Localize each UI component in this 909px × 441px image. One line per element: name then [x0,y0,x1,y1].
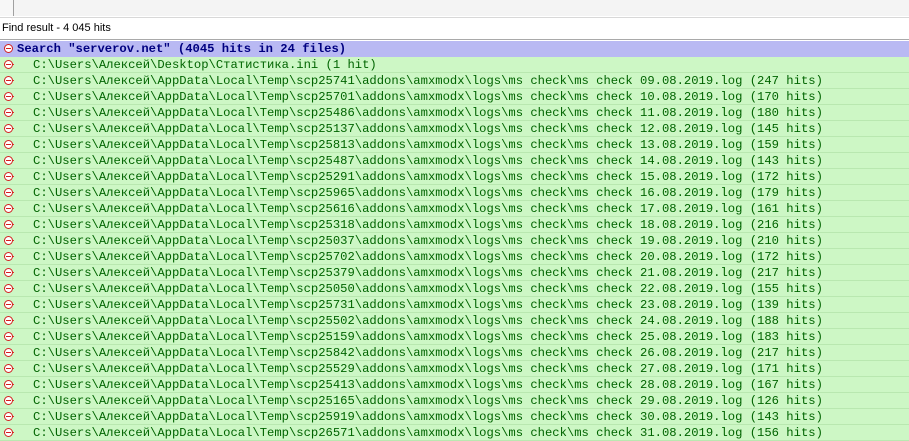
file-result-text: C:\Users\Алексей\AppData\Local\Temp\scp2… [33,234,823,248]
file-result-row[interactable]: C:\Users\Алексей\AppData\Local\Temp\scp2… [0,281,909,297]
collapse-minus-icon[interactable] [4,92,13,101]
collapse-minus-icon[interactable] [4,76,13,85]
collapse-minus-icon[interactable] [4,108,13,117]
file-result-row[interactable]: C:\Users\Алексей\AppData\Local\Temp\scp2… [0,313,909,329]
file-result-row[interactable]: C:\Users\Алексей\AppData\Local\Temp\scp2… [0,361,909,377]
panel-title: Find result - 4 045 hits [2,22,111,34]
file-result-row[interactable]: C:\Users\Алексей\AppData\Local\Temp\scp2… [0,377,909,393]
file-result-text: C:\Users\Алексей\AppData\Local\Temp\scp2… [33,90,823,104]
file-result-row[interactable]: C:\Users\Алексей\AppData\Local\Temp\scp2… [0,201,909,217]
collapse-minus-icon[interactable] [4,220,13,229]
collapse-minus-icon[interactable] [4,284,13,293]
file-result-row[interactable]: C:\Users\Алексей\AppData\Local\Temp\scp2… [0,297,909,313]
collapse-minus-icon[interactable] [4,332,13,341]
file-result-text: C:\Users\Алексей\AppData\Local\Temp\scp2… [33,282,823,296]
editor-top-strip [0,0,909,16]
file-result-text: C:\Users\Алексей\AppData\Local\Temp\scp2… [33,394,823,408]
file-result-row[interactable]: C:\Users\Алексей\AppData\Local\Temp\scp2… [0,393,909,409]
collapse-minus-icon[interactable] [4,188,13,197]
file-result-row[interactable]: C:\Users\Алексей\AppData\Local\Temp\scp2… [0,425,909,441]
collapse-minus-icon[interactable] [4,428,13,437]
file-result-text: C:\Users\Алексей\AppData\Local\Temp\scp2… [33,122,823,136]
collapse-minus-icon[interactable] [4,268,13,277]
file-result-text: C:\Users\Алексей\AppData\Local\Temp\scp2… [33,346,823,360]
file-result-row[interactable]: C:\Users\Алексей\AppData\Local\Temp\scp2… [0,233,909,249]
collapse-minus-icon[interactable] [4,172,13,181]
file-result-text: C:\Users\Алексей\AppData\Local\Temp\scp2… [33,202,823,216]
file-result-row[interactable]: C:\Users\Алексей\AppData\Local\Temp\scp2… [0,217,909,233]
file-result-row[interactable]: C:\Users\Алексей\Desktop\Статистика.ini … [0,57,909,73]
file-result-row[interactable]: C:\Users\Алексей\AppData\Local\Temp\scp2… [0,73,909,89]
collapse-minus-icon[interactable] [4,204,13,213]
file-result-text: C:\Users\Алексей\AppData\Local\Temp\scp2… [33,170,823,184]
horizontal-scrollbar[interactable] [14,0,909,16]
collapse-minus-icon[interactable] [4,300,13,309]
file-result-row[interactable]: C:\Users\Алексей\AppData\Local\Temp\scp2… [0,345,909,361]
collapse-minus-icon[interactable] [4,412,13,421]
collapse-minus-icon[interactable] [4,364,13,373]
file-result-text: C:\Users\Алексей\AppData\Local\Temp\scp2… [33,410,823,424]
search-summary-row[interactable]: Search "serverov.net" (4045 hits in 24 f… [0,41,909,57]
file-result-row[interactable]: C:\Users\Алексей\AppData\Local\Temp\scp2… [0,329,909,345]
collapse-minus-icon[interactable] [4,124,13,133]
collapse-minus-icon[interactable] [4,396,13,405]
file-result-text: C:\Users\Алексей\AppData\Local\Temp\scp2… [33,330,823,344]
collapse-minus-icon[interactable] [4,236,13,245]
file-result-text: C:\Users\Алексей\Desktop\Статистика.ini … [33,58,377,72]
collapse-minus-icon[interactable] [4,316,13,325]
file-result-text: C:\Users\Алексей\AppData\Local\Temp\scp2… [33,378,823,392]
collapse-minus-icon[interactable] [4,252,13,261]
file-result-row[interactable]: C:\Users\Алексей\AppData\Local\Temp\scp2… [0,409,909,425]
file-result-text: C:\Users\Алексей\AppData\Local\Temp\scp2… [33,250,823,264]
file-result-row[interactable]: C:\Users\Алексей\AppData\Local\Temp\scp2… [0,121,909,137]
collapse-minus-icon[interactable] [4,380,13,389]
file-result-text: C:\Users\Алексей\AppData\Local\Temp\scp2… [33,298,823,312]
file-result-text: C:\Users\Алексей\AppData\Local\Temp\scp2… [33,218,823,232]
file-result-row[interactable]: C:\Users\Алексей\AppData\Local\Temp\scp2… [0,153,909,169]
collapse-minus-icon[interactable] [4,60,13,69]
editor-tab-stub[interactable] [0,0,14,16]
file-result-text: C:\Users\Алексей\AppData\Local\Temp\scp2… [33,138,823,152]
file-result-text: C:\Users\Алексей\AppData\Local\Temp\scp2… [33,426,823,440]
file-result-row[interactable]: C:\Users\Алексей\AppData\Local\Temp\scp2… [0,105,909,121]
file-result-text: C:\Users\Алексей\AppData\Local\Temp\scp2… [33,186,823,200]
file-result-text: C:\Users\Алексей\AppData\Local\Temp\scp2… [33,266,823,280]
file-result-row[interactable]: C:\Users\Алексей\AppData\Local\Temp\scp2… [0,265,909,281]
collapse-minus-icon[interactable] [4,156,13,165]
file-result-row[interactable]: C:\Users\Алексей\AppData\Local\Temp\scp2… [0,185,909,201]
collapse-minus-icon[interactable] [4,44,13,53]
file-result-row[interactable]: C:\Users\Алексей\AppData\Local\Temp\scp2… [0,137,909,153]
file-result-row[interactable]: C:\Users\Алексей\AppData\Local\Temp\scp2… [0,89,909,105]
find-results-list[interactable]: Search "serverov.net" (4045 hits in 24 f… [0,41,909,441]
file-result-row[interactable]: C:\Users\Алексей\AppData\Local\Temp\scp2… [0,249,909,265]
file-result-text: C:\Users\Алексей\AppData\Local\Temp\scp2… [33,362,823,376]
file-result-row[interactable]: C:\Users\Алексей\AppData\Local\Temp\scp2… [0,169,909,185]
file-result-text: C:\Users\Алексей\AppData\Local\Temp\scp2… [33,74,823,88]
file-result-text: C:\Users\Алексей\AppData\Local\Temp\scp2… [33,106,823,120]
collapse-minus-icon[interactable] [4,140,13,149]
file-result-text: C:\Users\Алексей\AppData\Local\Temp\scp2… [33,314,823,328]
collapse-minus-icon[interactable] [4,348,13,357]
find-result-header: Find result - 4 045 hits [0,17,909,40]
search-summary-text: Search "serverov.net" (4045 hits in 24 f… [17,42,347,56]
file-result-text: C:\Users\Алексей\AppData\Local\Temp\scp2… [33,154,823,168]
